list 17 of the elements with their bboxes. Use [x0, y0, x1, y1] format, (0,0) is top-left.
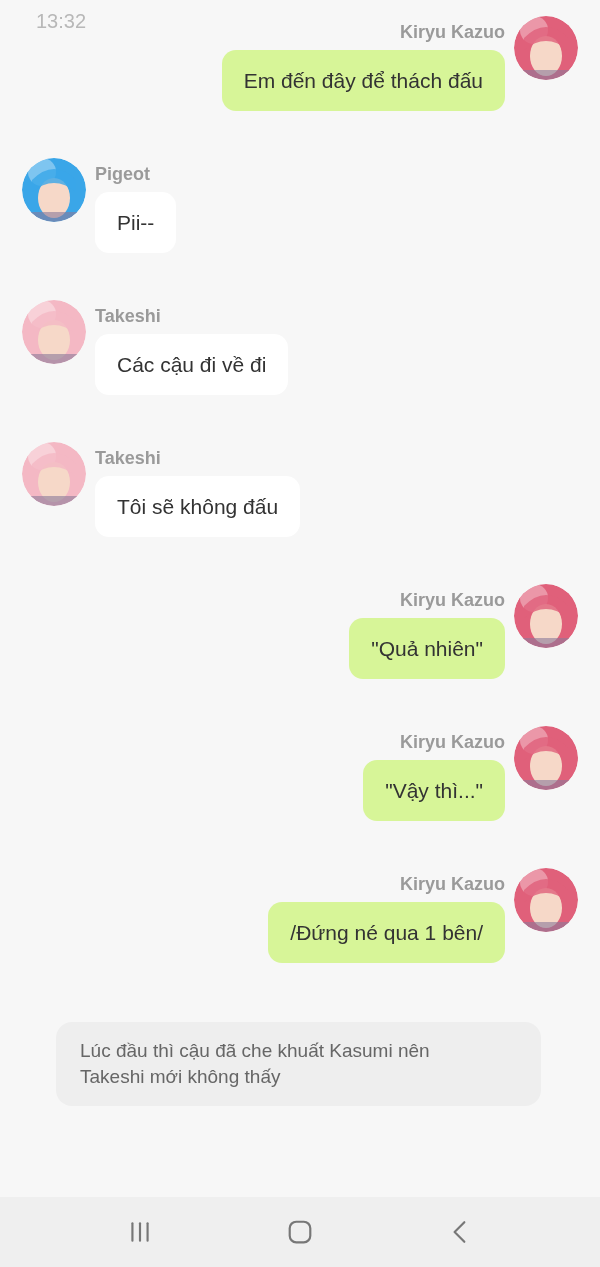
message-bubble: Em đến đây để thách đấu: [221, 50, 505, 111]
sender-name: Kiryu Kazuo: [400, 731, 505, 754]
message-bubble: Các cậu đi về đi: [95, 334, 289, 395]
sender-name: Kiryu Kazuo: [400, 873, 505, 896]
home-icon[interactable]: [287, 1219, 313, 1245]
status-time: 13:32: [36, 10, 87, 33]
message-bubble: Pii--: [95, 192, 177, 253]
message-bubble: "Vậy thì...": [363, 760, 505, 821]
sender-name: Kiryu Kazuo: [400, 589, 505, 612]
narration-note: Lúc đầu thì cậu đã che khuất Kasumi nên Takeshi mới không thấy: [56, 1022, 541, 1106]
message-bubble: Tôi sẽ không đấu: [95, 476, 301, 537]
message-bubble: /Đứng né qua 1 bên/: [268, 902, 505, 963]
message-bubble: "Quả nhiên": [349, 618, 505, 679]
sender-name: Pigeot: [95, 163, 150, 186]
sender-name: Kiryu Kazuo: [400, 21, 505, 44]
sender-name: Takeshi: [95, 447, 161, 470]
sender-name: Takeshi: [95, 305, 161, 328]
